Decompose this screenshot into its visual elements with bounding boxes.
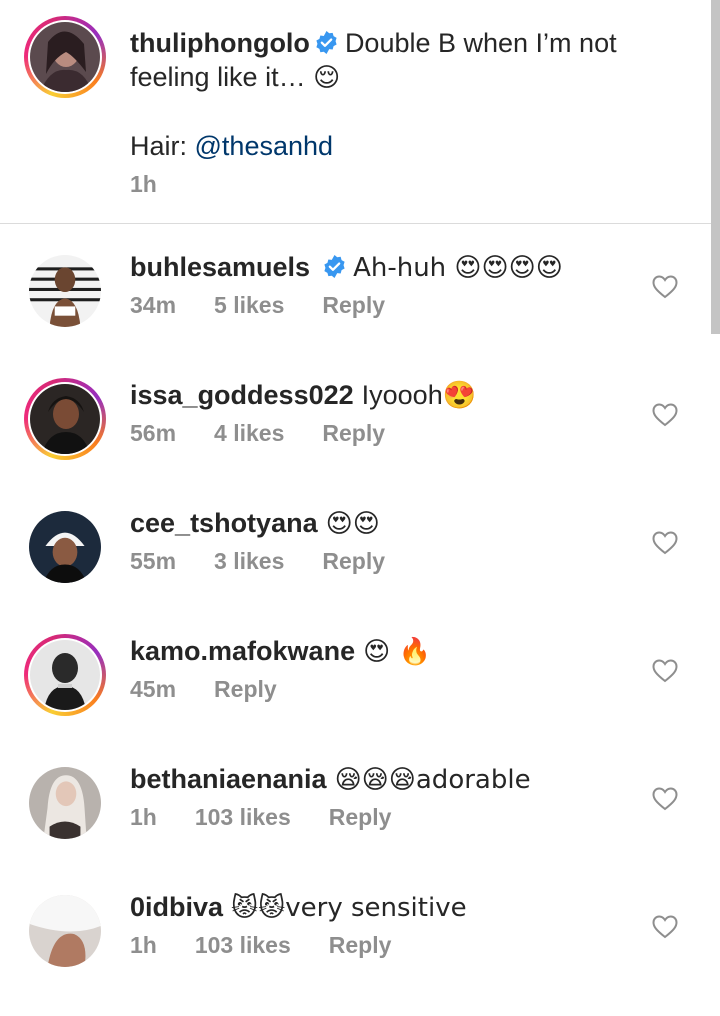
comment-text: 0idbiva 😾😾very sensitive bbox=[130, 890, 650, 925]
comment-time: 45m bbox=[130, 676, 177, 702]
comment-text: cee_tshotyana 😍😍 bbox=[130, 506, 650, 541]
heart-outline-icon[interactable] bbox=[652, 531, 678, 555]
comment-username[interactable]: kamo.mafokwane bbox=[130, 636, 355, 666]
commenter-avatar[interactable] bbox=[24, 890, 106, 972]
comment-username[interactable]: cee_tshotyana bbox=[130, 508, 318, 538]
comment-time: 34m bbox=[130, 292, 177, 318]
comment-item: bethaniaenania 😪😪😪adorable 1h 103 likes Rep… bbox=[0, 762, 720, 890]
comment-likes[interactable]: 103 likes bbox=[195, 804, 291, 830]
comment-body: Ah-huh 😍😍😍😍 bbox=[353, 253, 563, 283]
comment-item: kamo.mafokwane 😍 🔥 45m Reply bbox=[0, 634, 720, 762]
comment-username[interactable]: bethaniaenania bbox=[130, 764, 327, 794]
comment-time: 1h bbox=[130, 804, 157, 830]
caption-hair-label: Hair: bbox=[130, 131, 195, 161]
reply-button[interactable]: Reply bbox=[214, 676, 277, 702]
heart-outline-icon[interactable] bbox=[652, 659, 678, 683]
heart-outline-icon[interactable] bbox=[652, 275, 678, 299]
reply-button[interactable]: Reply bbox=[329, 932, 392, 958]
reply-button[interactable]: Reply bbox=[322, 292, 385, 318]
verified-badge-icon bbox=[324, 255, 345, 278]
caption-emoji: 😌 bbox=[313, 63, 341, 93]
comment-meta: 1h 103 likes Reply bbox=[130, 932, 429, 959]
reply-button[interactable]: Reply bbox=[329, 804, 392, 830]
comment-meta: 34m 5 likes Reply bbox=[130, 292, 423, 319]
caption-text: thuliphongolo Double B when I’m not feeli… bbox=[130, 26, 670, 163]
comment-text: bethaniaenania 😪😪😪adorable bbox=[130, 762, 650, 797]
commenter-avatar[interactable] bbox=[24, 762, 106, 844]
commenter-avatar[interactable] bbox=[24, 634, 106, 716]
commenter-avatar[interactable] bbox=[24, 250, 106, 332]
comment-item: cee_tshotyana 😍😍 55m 3 likes Reply bbox=[0, 506, 720, 634]
comments-screen: thuliphongolo Double B when I’m not feeli… bbox=[0, 0, 720, 1016]
heart-outline-icon[interactable] bbox=[652, 403, 678, 427]
comment-body: 😾😾very sensitive bbox=[231, 893, 467, 923]
comment-time: 56m bbox=[130, 420, 177, 446]
caption-timestamp: 1h bbox=[130, 171, 157, 197]
comment-likes[interactable]: 5 likes bbox=[214, 292, 284, 318]
comment-body: 😪😪😪adorable bbox=[334, 765, 531, 795]
caption-author-avatar[interactable] bbox=[24, 16, 106, 98]
comment-time: 55m bbox=[130, 548, 177, 574]
comment-item: buhlesamuels Ah-huh 😍😍😍😍 34m 5 likes Reply bbox=[0, 250, 720, 378]
comment-body: 😍 🔥 bbox=[363, 637, 431, 667]
comment-text: issa_goddess022 Iyoooh😍 bbox=[130, 378, 650, 412]
comment-item: issa_goddess022 Iyoooh😍 56m 4 likes Reply bbox=[0, 378, 720, 506]
heart-outline-icon[interactable] bbox=[652, 915, 678, 939]
comment-body: 😍😍 bbox=[325, 509, 380, 539]
comment-username[interactable]: issa_goddess022 bbox=[130, 380, 354, 410]
comment-body: Iyoooh😍 bbox=[361, 380, 477, 410]
comment-item: 0idbiva 😾😾very sensitive 1h 103 likes Reply bbox=[0, 890, 720, 1016]
commenter-avatar[interactable] bbox=[24, 506, 106, 588]
verified-badge-icon bbox=[316, 31, 337, 54]
comment-time: 1h bbox=[130, 932, 157, 958]
reply-button[interactable]: Reply bbox=[322, 420, 385, 446]
post-caption: thuliphongolo Double B when I’m not feeli… bbox=[0, 0, 720, 224]
caption-line-2: feeling like it… bbox=[130, 62, 314, 92]
comment-username[interactable]: 0idbiva bbox=[130, 892, 223, 922]
comment-meta: 55m 3 likes Reply bbox=[130, 548, 423, 575]
comment-likes[interactable]: 4 likes bbox=[214, 420, 284, 446]
comment-meta: 45m Reply bbox=[130, 676, 315, 703]
comment-username[interactable]: buhlesamuels bbox=[130, 252, 310, 282]
comment-likes[interactable]: 3 likes bbox=[214, 548, 284, 574]
caption-username[interactable]: thuliphongolo bbox=[130, 28, 310, 58]
heart-outline-icon[interactable] bbox=[652, 787, 678, 811]
comment-text: buhlesamuels Ah-huh 😍😍😍😍 bbox=[130, 250, 650, 285]
commenter-avatar[interactable] bbox=[24, 378, 106, 460]
comment-likes[interactable]: 103 likes bbox=[195, 932, 291, 958]
caption-line-1: Double B when I’m not bbox=[344, 28, 617, 58]
reply-button[interactable]: Reply bbox=[322, 548, 385, 574]
caption-mention-link[interactable]: @thesanhd bbox=[195, 131, 334, 161]
comment-meta: 56m 4 likes Reply bbox=[130, 420, 423, 447]
comment-text: kamo.mafokwane 😍 🔥 bbox=[130, 634, 650, 669]
comment-meta: 1h 103 likes Reply bbox=[130, 804, 429, 831]
